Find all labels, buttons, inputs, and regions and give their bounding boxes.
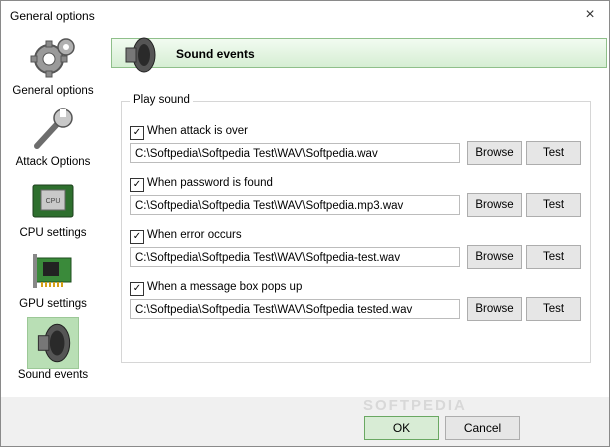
title-bar: General options × — [1, 1, 609, 31]
sidebar-item-general-options[interactable]: General options — [5, 33, 101, 101]
sound-path-field[interactable]: C:\Softpedia\Softpedia Test\WAV\Softpedi… — [130, 299, 460, 319]
sidebar-item-label: Sound events — [17, 369, 89, 381]
window-title: General options — [10, 9, 95, 23]
sidebar-item-label: GPU settings — [19, 298, 87, 310]
cpu-chip-icon: CPU — [32, 184, 74, 218]
event-checkbox[interactable]: ✓ — [130, 126, 144, 140]
browse-button[interactable]: Browse — [467, 141, 522, 165]
options-dialog: General options × General options Attack… — [0, 0, 610, 447]
svg-text:CPU: CPU — [46, 198, 61, 205]
ok-button[interactable]: OK — [364, 416, 439, 440]
event-label: When error occurs — [147, 229, 242, 241]
sidebar-item-cpu-settings[interactable]: CPU CPU settings — [5, 175, 101, 243]
group-title: Play sound — [130, 94, 193, 106]
sidebar: General options Attack Options CPU CPU s… — [1, 31, 105, 397]
test-button[interactable]: Test — [526, 141, 581, 165]
event-checkbox[interactable]: ✓ — [130, 230, 144, 244]
watermark: SOFTPEDIA — [363, 397, 467, 414]
sidebar-item-gpu-settings[interactable]: GPU settings — [5, 246, 101, 314]
sidebar-item-sound-events[interactable]: Sound events — [5, 317, 101, 385]
sidebar-item-attack-options[interactable]: Attack Options — [5, 104, 101, 172]
speaker-icon — [27, 317, 79, 369]
main-panel: Sound events Play sound ✓ When attack is… — [105, 31, 609, 397]
sound-path-field[interactable]: C:\Softpedia\Softpedia Test\WAV\Softpedi… — [130, 247, 460, 267]
sidebar-item-label: Attack Options — [15, 156, 91, 168]
sound-path-field[interactable]: C:\Softpedia\Softpedia Test\WAV\Softpedi… — [130, 195, 460, 215]
browse-button[interactable]: Browse — [467, 297, 522, 321]
sound-path-field[interactable]: C:\Softpedia\Softpedia Test\WAV\Softpedi… — [130, 143, 460, 163]
event-checkbox[interactable]: ✓ — [130, 178, 144, 192]
browse-button[interactable]: Browse — [467, 245, 522, 269]
close-icon[interactable]: × — [581, 6, 599, 24]
section-title: Sound events — [176, 47, 255, 61]
gpu-card-icon — [33, 254, 72, 288]
event-checkbox[interactable]: ✓ — [130, 282, 144, 296]
browse-button[interactable]: Browse — [467, 193, 522, 217]
test-button[interactable]: Test — [526, 245, 581, 269]
sidebar-item-label: CPU settings — [19, 227, 87, 239]
event-label: When attack is over — [147, 125, 248, 137]
wrench-icon — [34, 108, 73, 149]
event-label: When password is found — [147, 177, 273, 189]
test-button[interactable]: Test — [526, 297, 581, 321]
event-label: When a message box pops up — [147, 281, 303, 293]
section-header: Sound events — [111, 37, 607, 73]
sidebar-item-label: General options — [12, 85, 94, 97]
play-sound-group: Play sound ✓ When attack is over C:\Soft… — [121, 94, 591, 363]
cancel-button[interactable]: Cancel — [445, 416, 520, 440]
gears-icon — [30, 38, 75, 78]
test-button[interactable]: Test — [526, 193, 581, 217]
speaker-icon — [125, 37, 156, 73]
